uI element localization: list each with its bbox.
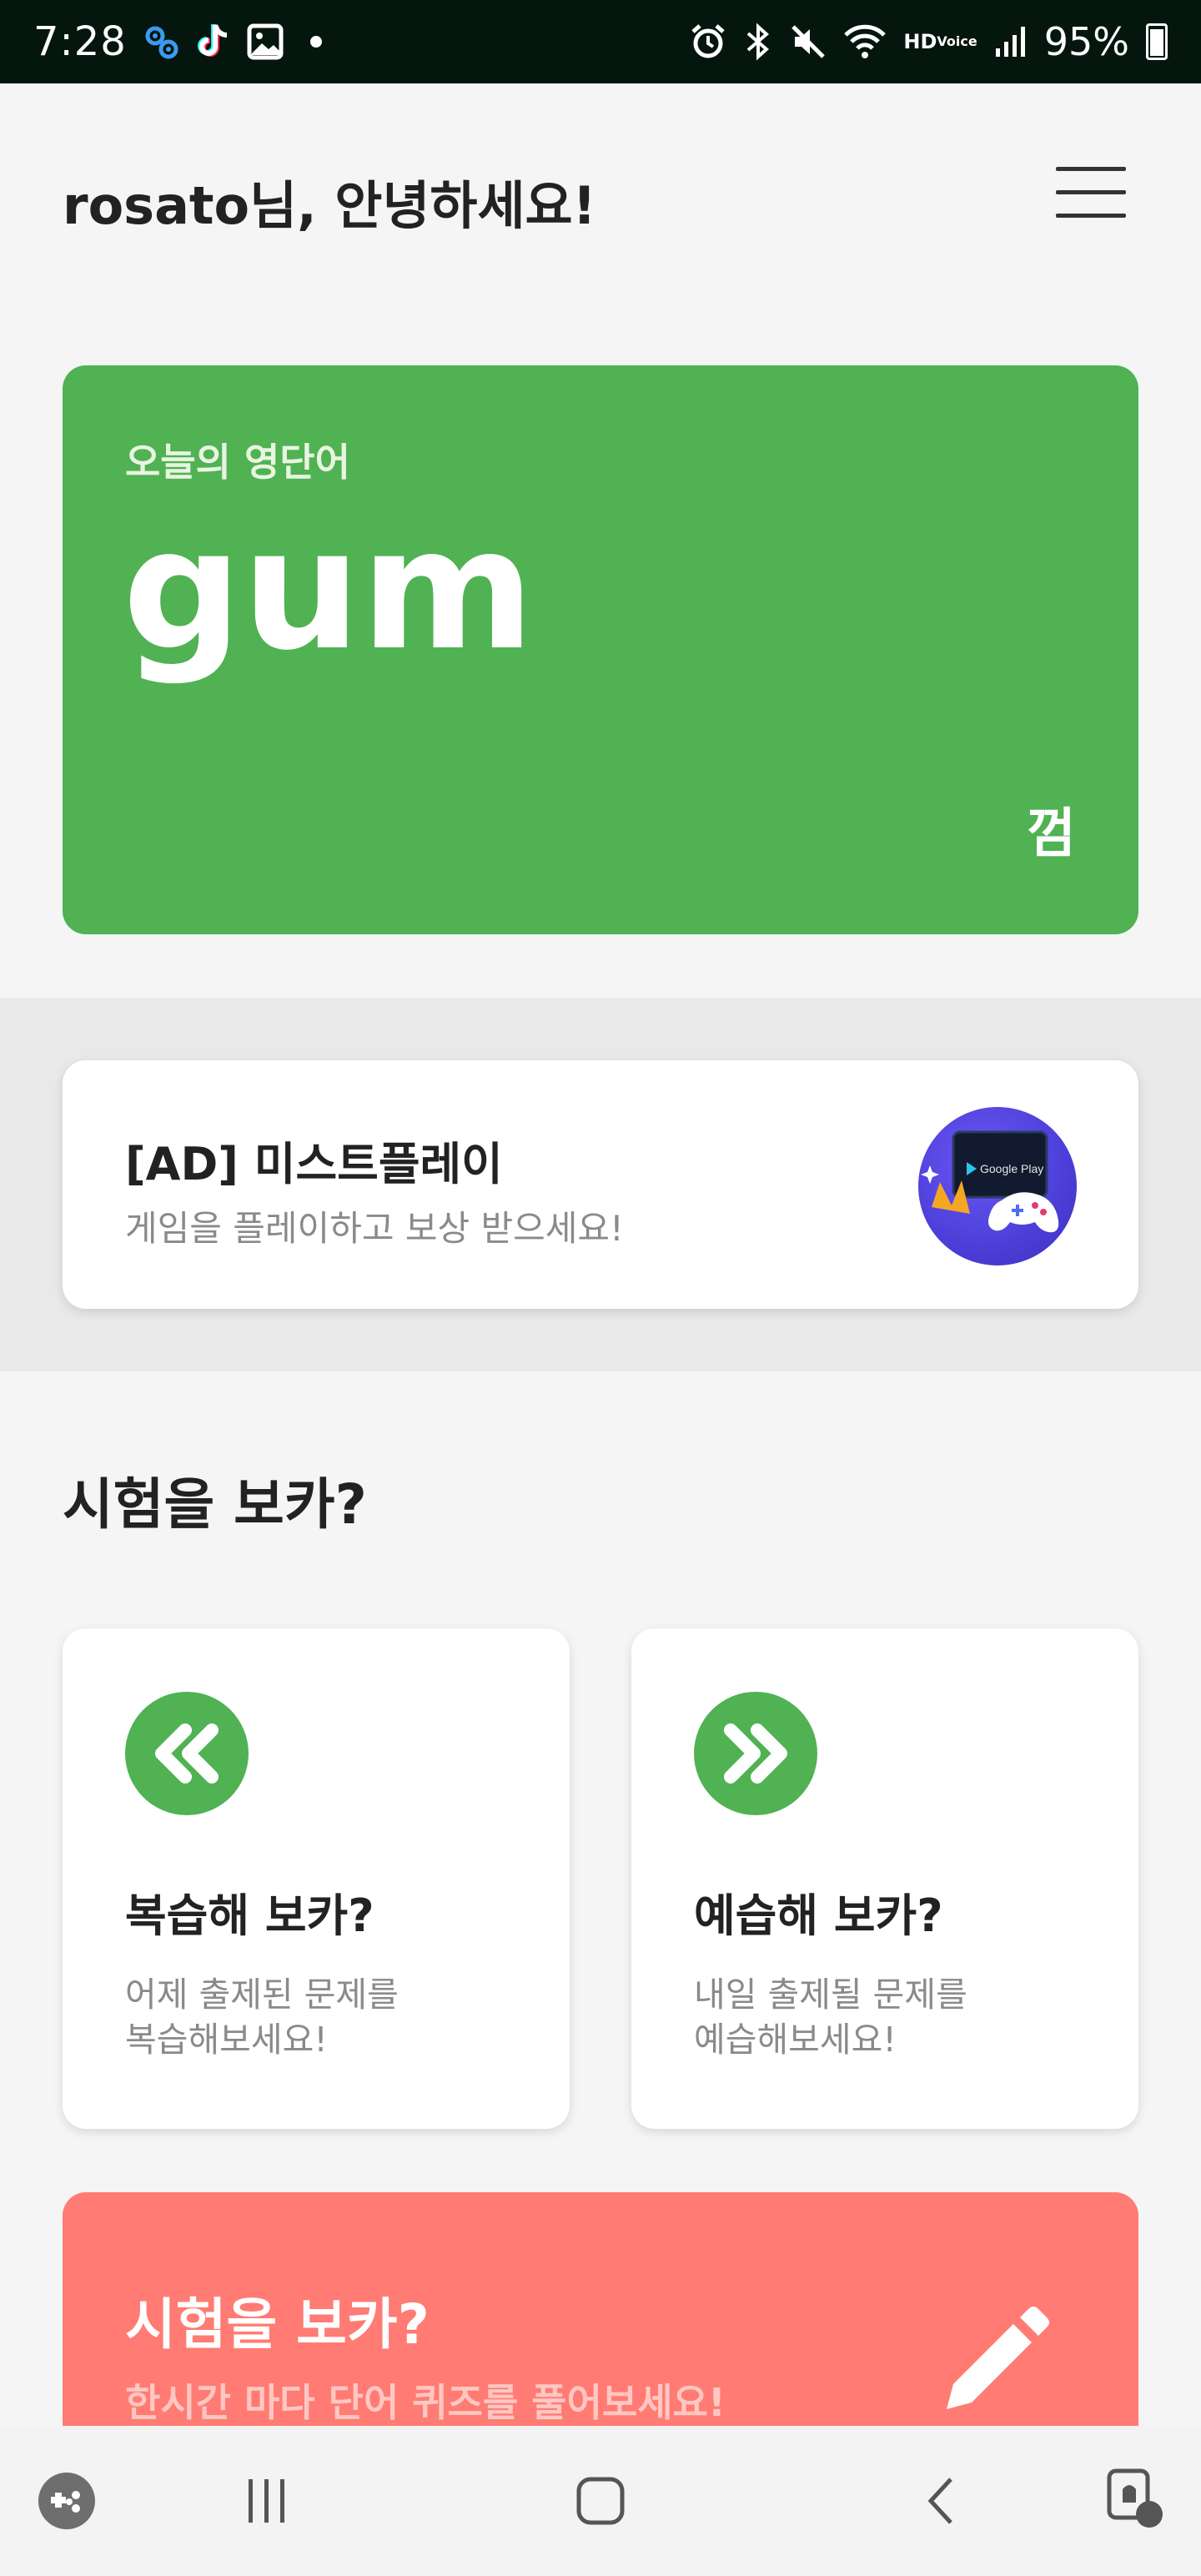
bluetooth-icon: [743, 23, 773, 61]
section-title: 시험을 보카?: [63, 1472, 367, 1537]
app-header: rosato님, 안녕하세요!: [0, 83, 1201, 305]
review-desc-line2: 복습해보세요!: [125, 2020, 328, 2060]
word-of-the-day-card[interactable]: 오늘의 영단어 gum 껌: [63, 365, 1138, 934]
mistplay-logo-icon: Google Play: [918, 1107, 1077, 1265]
preview-desc-line2: 예습해보세요!: [694, 2020, 897, 2060]
app-screen: 7:28 HD Voice 95% rosato님, 안녕하세요! 오늘의 영단…: [0, 0, 1201, 2576]
review-desc-line1: 어제 출제된 문제를: [125, 1975, 399, 2015]
hamburger-menu-icon[interactable]: [1056, 167, 1126, 219]
recent-apps-icon[interactable]: [234, 2468, 300, 2534]
assistant-icon[interactable]: [1101, 2464, 1171, 2534]
gallery-icon: [247, 23, 284, 60]
greeting-text: rosato님, 안녕하세요!: [63, 175, 596, 236]
review-card[interactable]: 복습해 보카? 어제 출제된 문제를 복습해보세요!: [63, 1628, 570, 2129]
hd-voice-indicator: HD Voice: [903, 30, 977, 53]
status-time: 7:28: [33, 18, 127, 65]
ad-title: [AD] 미스트플레이: [125, 1138, 503, 1190]
preview-title: 예습해 보카?: [694, 1889, 943, 1942]
review-title: 복습해 보카?: [125, 1889, 374, 1942]
mute-icon: [790, 23, 827, 60]
alarm-icon: [690, 23, 726, 60]
home-icon[interactable]: [567, 2468, 634, 2534]
signal-icon: [994, 25, 1028, 58]
wifi-icon: [843, 23, 887, 60]
pencil-icon: [930, 2301, 1055, 2429]
back-icon[interactable]: [909, 2468, 976, 2534]
battery-icon: [1146, 23, 1168, 60]
status-left: 7:28: [33, 18, 322, 65]
tiktok-icon: [195, 22, 232, 62]
system-nav-bar: [0, 2426, 1201, 2576]
review-description: 어제 출제된 문제를 복습해보세요!: [125, 1972, 399, 2062]
notification-dot-icon: [309, 36, 322, 48]
fast-forward-icon: [694, 1692, 817, 1815]
preview-description: 내일 출제될 문제를 예습해보세요!: [694, 1972, 967, 2062]
rewind-icon: [125, 1692, 249, 1815]
hd-label: HD: [903, 30, 937, 53]
word-card-label: 오늘의 영단어: [125, 440, 350, 485]
quiz-title: 시험을 보카?: [125, 2292, 430, 2357]
preview-card[interactable]: 예습해 보카? 내일 출제될 문제를 예습해보세요!: [631, 1628, 1138, 2129]
ad-card[interactable]: [AD] 미스트플레이 게임을 플레이하고 보상 받으세요! Google Pl…: [63, 1060, 1138, 1309]
quiz-subtitle: 한시간 마다 단어 퀴즈를 풀어보세요!: [125, 2380, 726, 2425]
game-launcher-icon[interactable]: [33, 2468, 100, 2534]
ad-subtitle: 게임을 플레이하고 보상 받으세요!: [125, 1208, 624, 1249]
preview-desc-line1: 내일 출제될 문제를: [694, 1975, 967, 2015]
voice-label: Voice: [937, 33, 977, 49]
settings-icon: [142, 23, 180, 61]
status-bar: 7:28 HD Voice 95%: [0, 0, 1201, 83]
battery-percent: 95%: [1043, 19, 1129, 64]
ad-section: [AD] 미스트플레이 게임을 플레이하고 보상 받으세요! Google Pl…: [0, 998, 1201, 1371]
status-right: HD Voice 95%: [690, 19, 1168, 64]
word-meaning: 껌: [1027, 803, 1076, 865]
word-text: gum: [123, 493, 535, 687]
google-play-logo-text: Google Play: [980, 1162, 1043, 1175]
